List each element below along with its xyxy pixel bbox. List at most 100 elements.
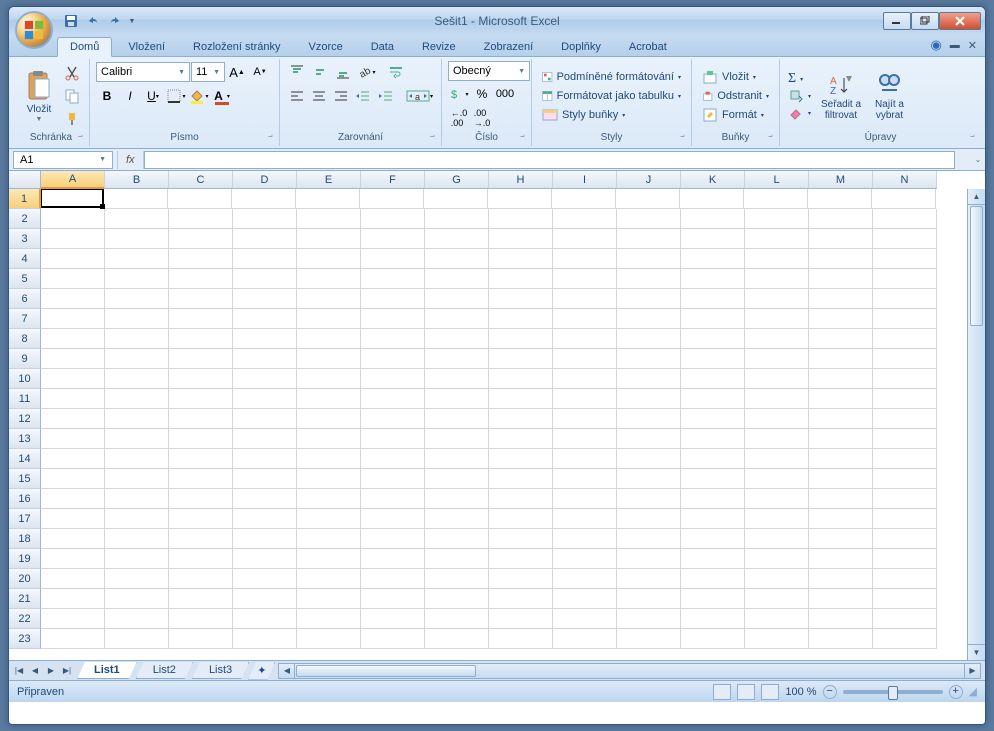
cell-A5[interactable]	[41, 269, 105, 289]
cell-H18[interactable]	[489, 529, 553, 549]
cell-I22[interactable]	[553, 609, 617, 629]
row-header-8[interactable]: 8	[9, 329, 41, 349]
cell-C6[interactable]	[169, 289, 233, 309]
cell-C23[interactable]	[169, 629, 233, 649]
cell-D10[interactable]	[233, 369, 297, 389]
cell-M7[interactable]	[809, 309, 873, 329]
cell-K23[interactable]	[681, 629, 745, 649]
cell-B13[interactable]	[105, 429, 169, 449]
cells-area[interactable]	[41, 189, 967, 660]
cell-L18[interactable]	[745, 529, 809, 549]
cell-H17[interactable]	[489, 509, 553, 529]
column-header-D[interactable]: D	[233, 171, 297, 189]
select-all-corner[interactable]	[9, 171, 41, 189]
insert-cells-button[interactable]: Vložit▾	[698, 68, 773, 86]
cell-J20[interactable]	[617, 569, 681, 589]
cell-C12[interactable]	[169, 409, 233, 429]
cell-G17[interactable]	[425, 509, 489, 529]
cell-L7[interactable]	[745, 309, 809, 329]
cell-L2[interactable]	[745, 209, 809, 229]
grow-font-button[interactable]: A▲	[226, 61, 248, 83]
cell-N3[interactable]	[873, 229, 937, 249]
cell-N8[interactable]	[873, 329, 937, 349]
sheet-tab-2[interactable]: List2	[136, 662, 193, 679]
cell-B11[interactable]	[105, 389, 169, 409]
cell-A23[interactable]	[41, 629, 105, 649]
cell-N4[interactable]	[873, 249, 937, 269]
formula-input[interactable]	[144, 151, 955, 169]
cell-D6[interactable]	[233, 289, 297, 309]
cell-E20[interactable]	[297, 569, 361, 589]
cell-D17[interactable]	[233, 509, 297, 529]
number-format-combo[interactable]: Obecný▼	[448, 61, 530, 81]
cell-L1[interactable]	[744, 189, 808, 209]
cell-H9[interactable]	[489, 349, 553, 369]
cell-B8[interactable]	[105, 329, 169, 349]
row-header-10[interactable]: 10	[9, 369, 41, 389]
format-as-table-button[interactable]: Formátovat jako tabulku▾	[538, 87, 685, 105]
percent-button[interactable]: %	[471, 83, 493, 105]
increase-decimal-button[interactable]: ←.0.00	[448, 107, 470, 129]
cell-N14[interactable]	[873, 449, 937, 469]
ribbon-minimize-icon[interactable]: ▬	[950, 40, 960, 51]
cell-L11[interactable]	[745, 389, 809, 409]
bold-button[interactable]: B	[96, 85, 118, 107]
row-header-19[interactable]: 19	[9, 549, 41, 569]
align-right-button[interactable]	[331, 85, 352, 107]
cell-L3[interactable]	[745, 229, 809, 249]
cell-B21[interactable]	[105, 589, 169, 609]
cell-B10[interactable]	[105, 369, 169, 389]
cell-K12[interactable]	[681, 409, 745, 429]
cell-C15[interactable]	[169, 469, 233, 489]
cell-M12[interactable]	[809, 409, 873, 429]
cell-L17[interactable]	[745, 509, 809, 529]
normal-view-button[interactable]	[713, 684, 731, 700]
cell-N16[interactable]	[873, 489, 937, 509]
cell-K9[interactable]	[681, 349, 745, 369]
cell-E19[interactable]	[297, 549, 361, 569]
cell-H3[interactable]	[489, 229, 553, 249]
cell-F11[interactable]	[361, 389, 425, 409]
cell-J11[interactable]	[617, 389, 681, 409]
cell-A13[interactable]	[41, 429, 105, 449]
cell-K17[interactable]	[681, 509, 745, 529]
cell-N20[interactable]	[873, 569, 937, 589]
cell-C19[interactable]	[169, 549, 233, 569]
cell-D22[interactable]	[233, 609, 297, 629]
cell-G5[interactable]	[425, 269, 489, 289]
cell-K16[interactable]	[681, 489, 745, 509]
cell-A14[interactable]	[41, 449, 105, 469]
row-header-2[interactable]: 2	[9, 209, 41, 229]
copy-button[interactable]	[61, 85, 83, 107]
cell-E1[interactable]	[296, 189, 360, 209]
tab-insert[interactable]: Vložení	[116, 38, 177, 56]
cell-F2[interactable]	[361, 209, 425, 229]
cell-M1[interactable]	[808, 189, 872, 209]
cell-E10[interactable]	[297, 369, 361, 389]
column-header-J[interactable]: J	[617, 171, 681, 189]
cell-M18[interactable]	[809, 529, 873, 549]
align-top-button[interactable]	[286, 61, 308, 83]
qat-customize[interactable]: ▼	[127, 11, 137, 31]
cell-A15[interactable]	[41, 469, 105, 489]
cell-N23[interactable]	[873, 629, 937, 649]
cell-F13[interactable]	[361, 429, 425, 449]
decrease-decimal-button[interactable]: .00→.0	[471, 107, 493, 129]
cell-E14[interactable]	[297, 449, 361, 469]
cell-L21[interactable]	[745, 589, 809, 609]
cell-M6[interactable]	[809, 289, 873, 309]
column-header-H[interactable]: H	[489, 171, 553, 189]
cell-J12[interactable]	[617, 409, 681, 429]
cell-A2[interactable]	[41, 209, 105, 229]
cell-L10[interactable]	[745, 369, 809, 389]
expand-formula-bar[interactable]: ⌄	[971, 155, 985, 164]
cell-F1[interactable]	[360, 189, 424, 209]
cell-I21[interactable]	[553, 589, 617, 609]
cell-B15[interactable]	[105, 469, 169, 489]
autosum-button[interactable]: Σ▾	[786, 71, 813, 87]
cell-B9[interactable]	[105, 349, 169, 369]
cell-G15[interactable]	[425, 469, 489, 489]
cell-K15[interactable]	[681, 469, 745, 489]
row-header-14[interactable]: 14	[9, 449, 41, 469]
cell-I19[interactable]	[553, 549, 617, 569]
